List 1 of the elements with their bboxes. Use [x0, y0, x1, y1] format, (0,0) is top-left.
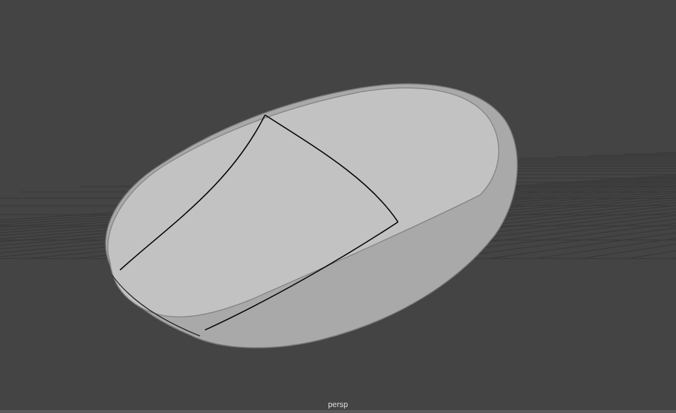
camera-label: persp [328, 400, 348, 410]
